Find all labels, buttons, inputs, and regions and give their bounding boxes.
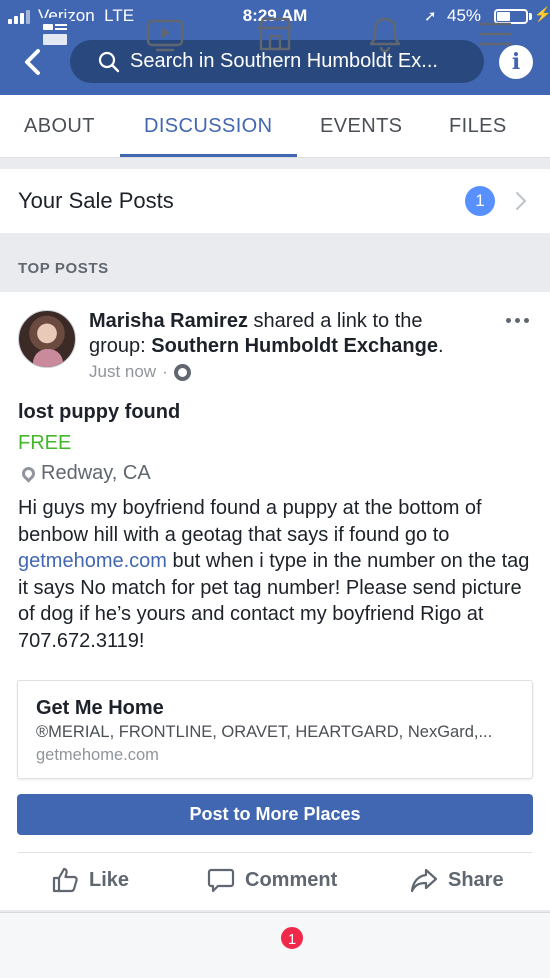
like-label: Like bbox=[89, 868, 130, 891]
location-pin-icon bbox=[19, 464, 38, 483]
post-body: Hi guys my boyfriend found a puppy at th… bbox=[18, 497, 530, 652]
share-button[interactable]: Share bbox=[410, 866, 504, 894]
charging-bolt-icon: ⚡ bbox=[534, 6, 550, 22]
link-description: ®MERIAL, FRONTLINE, ORAVET, HEARTGARD, N… bbox=[36, 723, 493, 741]
tab-about[interactable]: ABOUT bbox=[24, 115, 95, 138]
post-meta: Just now · bbox=[89, 362, 191, 382]
location-text: Redway, CA bbox=[41, 462, 151, 484]
share-label: Share bbox=[448, 868, 504, 891]
tab-events[interactable]: EVENTS bbox=[320, 115, 402, 138]
bottom-tab-bar bbox=[0, 912, 550, 978]
post-headline: Marisha Ramirez shared a link to the gro… bbox=[89, 310, 444, 357]
listing-price: FREE bbox=[18, 432, 72, 454]
more-options-icon[interactable] bbox=[506, 318, 529, 323]
section-header: TOP POSTS bbox=[18, 260, 109, 277]
share-arrow-icon bbox=[410, 868, 438, 893]
comment-button[interactable]: Comment bbox=[207, 866, 337, 894]
sale-posts-count-badge: 1 bbox=[465, 186, 495, 216]
like-button[interactable]: Like bbox=[51, 866, 129, 894]
group-name-link[interactable]: Southern Humboldt Exchange bbox=[151, 335, 438, 357]
globe-icon bbox=[173, 363, 191, 381]
tab-files[interactable]: FILES bbox=[449, 115, 507, 138]
comment-label: Comment bbox=[245, 868, 338, 891]
tab-discussion[interactable]: DISCUSSION bbox=[144, 115, 272, 138]
body-link[interactable]: getmehome.com bbox=[18, 550, 167, 572]
search-icon bbox=[98, 51, 120, 72]
notifications-bell-icon[interactable] bbox=[365, 14, 405, 54]
link-preview-card[interactable]: Get Me Home ®MERIAL, FRONTLINE, ORAVET, … bbox=[17, 680, 533, 779]
battery-tip bbox=[529, 13, 532, 20]
chevron-right-icon bbox=[516, 192, 527, 210]
author-name[interactable]: Marisha Ramirez bbox=[89, 310, 248, 332]
meta-separator: · bbox=[162, 362, 168, 381]
actions-divider bbox=[18, 852, 532, 853]
post-timestamp[interactable]: Just now bbox=[89, 362, 156, 382]
location-arrow-icon: ➚ bbox=[424, 8, 437, 25]
thumbs-up-icon bbox=[52, 867, 78, 893]
menu-hamburger-icon[interactable] bbox=[475, 14, 515, 54]
active-tab-indicator bbox=[120, 154, 297, 157]
group-tabs: ABOUT DISCUSSION EVENTS FILES bbox=[0, 95, 550, 158]
listing-location: Redway, CA bbox=[19, 462, 151, 485]
marketplace-notification-badge: 1 bbox=[279, 925, 305, 951]
comment-bubble-icon bbox=[207, 868, 235, 893]
news-feed-icon[interactable] bbox=[35, 14, 75, 54]
post-to-more-places-button[interactable]: Post to More Places bbox=[17, 794, 533, 835]
sale-posts-label: Your Sale Posts bbox=[18, 188, 174, 213]
watch-video-icon[interactable] bbox=[145, 14, 185, 54]
marketplace-icon[interactable] bbox=[255, 14, 295, 54]
listing-title: lost puppy found bbox=[18, 401, 181, 423]
link-domain: getmehome.com bbox=[36, 746, 159, 764]
avatar[interactable] bbox=[18, 310, 76, 368]
link-title: Get Me Home bbox=[36, 697, 164, 719]
